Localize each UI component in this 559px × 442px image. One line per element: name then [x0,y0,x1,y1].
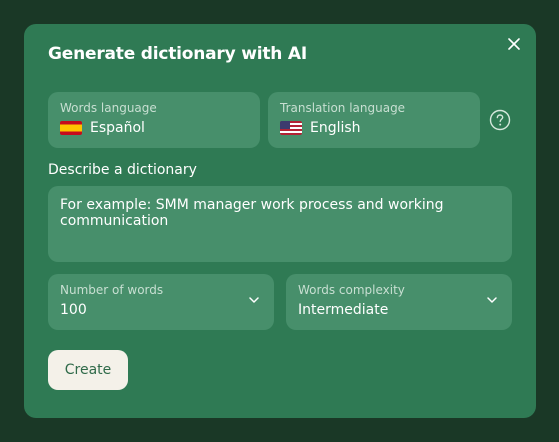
words-complexity-select[interactable]: Words complexity Intermediate [286,274,512,330]
words-language-label: Words language [60,101,157,115]
translation-language-label: Translation language [280,101,406,115]
words-complexity-value: Intermediate [298,302,389,318]
close-icon[interactable] [506,36,522,52]
chevron-down-icon [487,297,497,303]
flag-usa-icon [280,121,302,135]
words-complexity-label: Words complexity [298,283,405,297]
describe-dictionary-placeholder: For example: SMM manager work process an… [60,197,444,229]
create-button[interactable]: Create [48,350,128,390]
generate-dictionary-dialog: Generate dictionary with AI Words langua… [24,24,536,418]
translation-language-value: English [310,120,361,136]
describe-dictionary-input[interactable]: For example: SMM manager work process an… [48,186,512,262]
describe-dictionary-label: Describe a dictionary [48,162,197,178]
words-language-value: Español [90,120,145,136]
number-of-words-label: Number of words [60,283,164,297]
dialog-title: Generate dictionary with AI [48,44,307,64]
number-of-words-select[interactable]: Number of words 100 [48,274,274,330]
number-of-words-value: 100 [60,302,87,318]
question-circle-icon[interactable] [489,109,511,131]
flag-spain-icon [60,121,82,135]
translation-language-select[interactable]: Translation language English [268,92,480,148]
chevron-down-icon [249,297,259,303]
words-language-select[interactable]: Words language Español [48,92,260,148]
